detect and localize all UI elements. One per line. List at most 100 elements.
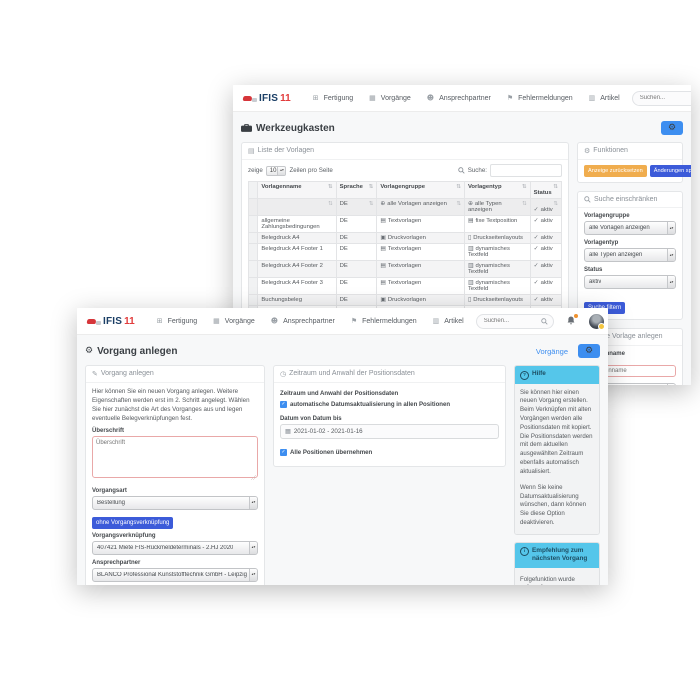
notifications-bell[interactable]	[566, 315, 577, 327]
row-handle-cell	[249, 278, 258, 295]
gear-icon: ⚙	[585, 346, 593, 356]
heading-textarea[interactable]	[92, 436, 258, 478]
select-value: aktiv	[589, 279, 601, 285]
cell-status: ✓aktiv	[530, 244, 561, 261]
filter-cell[interactable]: ⇅DE	[336, 199, 377, 216]
nav-item-fertigung[interactable]: ⊞Fertigung	[313, 94, 353, 102]
sort-icon[interactable]: ⇅	[553, 184, 558, 190]
nav-item-fehlermeldungen[interactable]: ⚑Fehlermeldungen	[351, 317, 417, 325]
user-avatar[interactable]	[589, 314, 604, 329]
filter-cell[interactable]: ⇅✓aktiv	[530, 199, 561, 216]
table-row[interactable]: Belegdruck A4 Footer 3DE▤Textvorlagen▥dy…	[249, 278, 562, 295]
check-icon: ✓	[534, 297, 539, 303]
box-icon: ▦	[213, 317, 220, 325]
process-type-select[interactable]: Bestellung▴▾	[92, 496, 258, 510]
sort-icon[interactable]: ⇅	[328, 184, 333, 190]
page-settings-button[interactable]: ⚙	[661, 121, 683, 135]
filter-cell[interactable]: ⇅⊕alle Typen anzeigen	[464, 199, 530, 216]
app-logo[interactable]: IFIS11	[243, 93, 291, 104]
box-icon: ▦	[369, 94, 376, 102]
table-header-row: ⇅Vorlagenname⇅Sprache⇅Vorlagengruppe⇅Vor…	[249, 182, 562, 199]
nav-item-vorg-nge[interactable]: ▦Vorgänge	[369, 94, 411, 102]
grid-icon: ⊞	[157, 317, 163, 325]
card-title: Empfehlung zum nächsten Vorgang	[532, 547, 594, 564]
filter-cell	[249, 199, 258, 216]
column-header-vorlagengruppe[interactable]: ⇅Vorlagengruppe	[377, 182, 465, 199]
brand-mark-icon	[242, 96, 252, 101]
reset-view-button[interactable]: Anzeige zurücksetzen	[584, 165, 647, 177]
card-title: Liste der Vorlagen	[258, 147, 314, 154]
row-handle-cell	[249, 216, 258, 233]
brand-mark-icon	[86, 319, 96, 324]
app-logo[interactable]: IFIS11	[87, 316, 135, 327]
nav-item-ansprechpartner[interactable]: ☻Ansprechpartner	[427, 94, 491, 102]
period-section-label: Zeitraum und Anwahl der Positionsdaten	[280, 390, 499, 398]
sort-icon[interactable]: ⇅	[522, 184, 527, 190]
table-row[interactable]: Belegdruck A4 Footer 1DE▤Textvorlagen▥dy…	[249, 244, 562, 261]
no-link-button[interactable]: ohne Vorgangsverknüpfung	[92, 517, 173, 529]
brand-name: IFIS	[259, 93, 278, 104]
cell-vorlagengruppe: ▣Druckvorlagen	[377, 233, 465, 244]
table-row[interactable]: BuchungsbelegDE▣Druckvorlagen▯Druckseite…	[249, 295, 562, 306]
cell-vorlagenname: Buchungsbeleg	[258, 295, 336, 306]
table-search-input[interactable]	[490, 164, 562, 177]
global-search[interactable]	[476, 314, 554, 329]
printer-icon: ▣	[380, 235, 386, 241]
global-search[interactable]	[632, 91, 691, 106]
filter-cell[interactable]: ⇅⊕alle Vorlagen anzeigen	[377, 199, 465, 216]
column-header-status[interactable]: ⇅Status	[530, 182, 561, 199]
filter-field-label-vorlagentyp: Vorlagentyp	[584, 240, 676, 246]
global-search-input[interactable]	[482, 317, 538, 325]
column-header-vorlagentyp[interactable]: ⇅Vorlagentyp	[464, 182, 530, 199]
page-settings-button[interactable]: ⚙	[578, 344, 600, 358]
filter-select-status[interactable]: aktiv▴▾	[584, 275, 676, 289]
check-icon: ✓	[281, 449, 285, 455]
filter-select-vorlagentyp[interactable]: alle Typen anzeigen▴▾	[584, 248, 676, 262]
nav-item-label: Fertigung	[168, 318, 198, 325]
save-changes-button[interactable]: Änderungen speichern	[650, 165, 691, 177]
sort-icon[interactable]: ⇅	[456, 184, 461, 190]
vorgaenge-link[interactable]: Vorgänge	[536, 347, 568, 356]
nav-item-artikel[interactable]: ▥Artikel	[589, 94, 620, 102]
cell-vorlagenname: allgemeine Zahlungsbedingungen	[258, 216, 336, 233]
cell-sprache: DE	[336, 261, 377, 278]
nav-item-ansprechpartner[interactable]: ☻Ansprechpartner	[271, 317, 335, 325]
filter-cell[interactable]: ⇅	[258, 199, 336, 216]
process-link-select[interactable]: 407421 Miete FIS-Rückmeldeterminals - 2.…	[92, 541, 258, 555]
main-nav: ⊞ Fertigung ▦Vorgänge ☻Ansprechpartner ⚑Fehl…	[157, 317, 464, 325]
column-header-sprache[interactable]: ⇅Sprache	[336, 182, 377, 199]
auto-update-checkbox[interactable]: ✓	[280, 401, 287, 408]
contact-select[interactable]: BLANCO Professional Kunststofftechnik Gm…	[92, 568, 258, 582]
date-range-input[interactable]: ▦ 2021-01-02 - 2021-01-16	[280, 424, 499, 439]
contact-label: Ansprechpartner	[92, 560, 258, 566]
table-row[interactable]: allgemeine ZahlungsbedingungenDE▤Textvor…	[249, 216, 562, 233]
nav-item-fertigung[interactable]: ⊞ Fertigung	[157, 317, 197, 325]
column-header-vorlagenname[interactable]: ⇅Vorlagenname	[258, 182, 336, 199]
all-positions-checkbox[interactable]: ✓	[280, 449, 287, 456]
cell-status: ✓aktiv	[530, 295, 561, 306]
cell-vorlagengruppe: ▣Druckvorlagen	[377, 295, 465, 306]
table-row[interactable]: Belegdruck A4 Footer 2DE▤Textvorlagen▥dy…	[249, 261, 562, 278]
create-process-card: ✎Vorgang anlegen Hier können Sie ein neu…	[85, 365, 265, 585]
table-row[interactable]: Belegdruck A4DE▣Druckvorlagen▯Druckseite…	[249, 233, 562, 244]
brand-mark2-icon	[252, 98, 257, 102]
nav-item-vorg-nge[interactable]: ▦Vorgänge	[213, 317, 255, 325]
text-template-icon: ▤	[380, 280, 386, 286]
sort-icon[interactable]: ⇅	[369, 184, 374, 190]
cell-vorlagentyp: ▯Druckseitenlayouts	[464, 233, 530, 244]
filter-select-vorlagengruppe[interactable]: alle Vorlagen anzeigen▴▾	[584, 221, 676, 235]
nav-item-label: Fehlermeldungen	[362, 318, 416, 325]
page-size-select[interactable]: 10▴▾	[266, 166, 287, 176]
nav-item-fehlermeldungen[interactable]: ⚑Fehlermeldungen	[507, 94, 573, 102]
cell-vorlagengruppe: ▤Textvorlagen	[377, 278, 465, 295]
help-paragraph: Wenn Sie keine Datumsaktualisierung wüns…	[520, 484, 594, 528]
global-search-input[interactable]	[638, 94, 691, 102]
period-card: ◷Zeitraum und Anwahl der Positionsdaten …	[273, 365, 506, 467]
auto-update-label: automatische Datumsaktualisierung in all…	[290, 401, 450, 409]
check-icon: ✓	[534, 218, 539, 224]
brand-mark2-icon	[96, 321, 101, 325]
gear-icon: ⚙	[668, 123, 676, 133]
search-icon	[584, 196, 591, 203]
nav-item-artikel[interactable]: ▥Artikel	[433, 317, 464, 325]
question-icon: ?	[520, 371, 529, 380]
